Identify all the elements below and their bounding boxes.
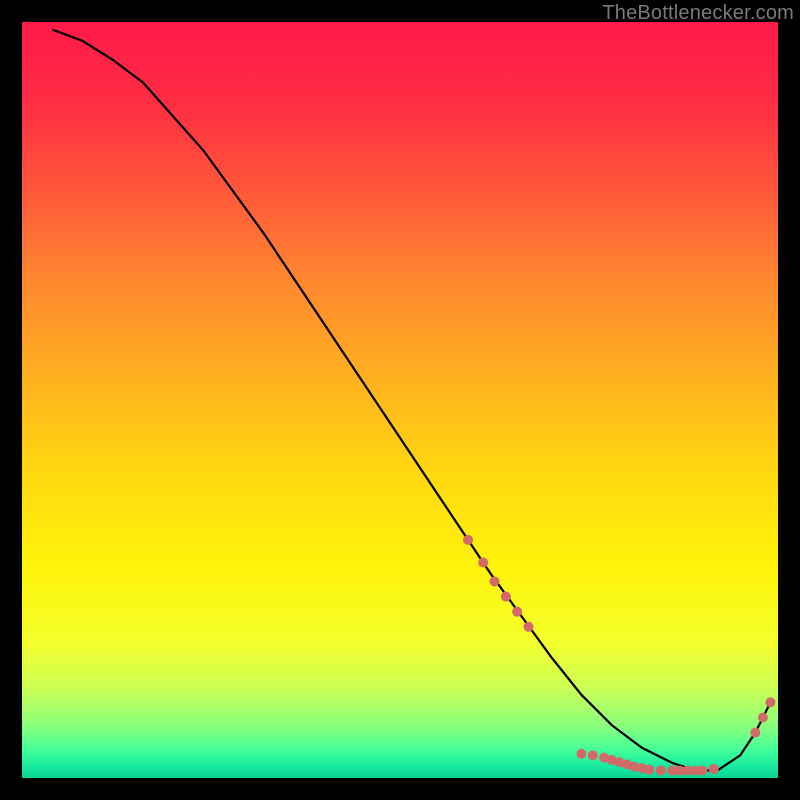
data-marker [750, 728, 760, 738]
data-marker [709, 764, 719, 774]
attribution-text: TheBottlenecker.com [602, 2, 794, 25]
bottleneck-curve [52, 30, 770, 771]
curve-layer [22, 22, 778, 778]
data-marker [644, 765, 654, 775]
data-markers [463, 535, 775, 776]
data-marker [765, 697, 775, 707]
data-marker [576, 749, 586, 759]
data-marker [501, 592, 511, 602]
data-marker [490, 576, 500, 586]
plot-area [22, 22, 778, 778]
data-marker [512, 607, 522, 617]
data-marker [656, 765, 666, 775]
data-marker [697, 765, 707, 775]
data-marker [478, 558, 488, 568]
chart-stage: TheBottlenecker.com [0, 0, 800, 800]
data-marker [588, 750, 598, 760]
data-marker [463, 535, 473, 545]
data-marker [758, 713, 768, 723]
data-marker [524, 622, 534, 632]
